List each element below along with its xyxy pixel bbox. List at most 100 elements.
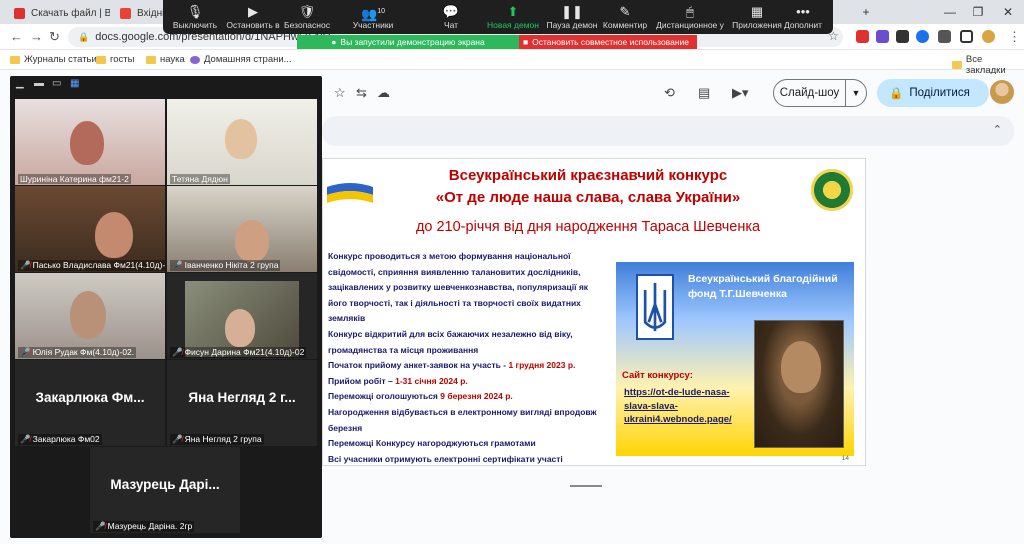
lock-icon: 🔒 bbox=[889, 88, 904, 100]
paragraph: Прийом робіт – 1-31 січня 2024 р. bbox=[328, 374, 603, 390]
participant-tile[interactable]: 🎤̸ Фисун Дарина Фм21(4.10д)-02 bbox=[167, 273, 317, 359]
shield-icon: ● bbox=[331, 37, 337, 47]
participant-tile[interactable]: Яна Негляд 2 г... 🎤̸ Яна Негляд 2 група bbox=[167, 360, 317, 446]
text: Прийом робіт – bbox=[328, 375, 396, 386]
minimize-button[interactable]: — bbox=[936, 0, 964, 24]
extension-icon[interactable] bbox=[896, 30, 909, 43]
speaker-view-icon[interactable]: ▬ bbox=[34, 78, 44, 89]
participant-tile-active[interactable]: Тетяна Дядюн bbox=[167, 99, 317, 185]
participant-tile[interactable]: Шуриніна Катерина фм21-2 bbox=[15, 99, 165, 185]
profile-avatar[interactable] bbox=[982, 30, 995, 43]
slide-body: Конкурс проводиться з метою формування н… bbox=[328, 249, 603, 467]
tab-download[interactable]: Скачать файл | В ✕ bbox=[6, 3, 110, 24]
participant-tile[interactable]: Мазурець Дарі... 🎤̸ Мазурець Даріна. 2гр bbox=[90, 447, 240, 533]
share-banner: ● Вы запустили демонстрацию экрана ■ Остан… bbox=[297, 35, 697, 49]
remote-control-button[interactable]: 🖱 Дистанционное у bbox=[655, 3, 725, 30]
forward-icon[interactable]: → bbox=[30, 29, 43, 44]
button-label: Остановить в bbox=[226, 20, 280, 30]
meet-icon[interactable]: ▶▾ bbox=[732, 85, 749, 101]
participant-tile[interactable]: Закарлюка Фм... 🎤̸ Закарлюка Фм02 bbox=[15, 360, 165, 446]
history-icon[interactable]: ⟲ bbox=[664, 85, 675, 101]
participant-name-row: 🎤̸ Мазурець Даріна. 2гр bbox=[93, 521, 195, 532]
adblock-icon[interactable] bbox=[856, 30, 869, 43]
reload-icon[interactable]: ↻ bbox=[49, 29, 60, 45]
participant-tile[interactable]: 🎤̸ Юлія Рудак Фм(4.10д)-02. bbox=[15, 273, 165, 359]
tab-inbox[interactable]: Вхідні ( bbox=[112, 3, 166, 24]
participant-name-row: 🎤̸ Іванченко Нікіта 2 група bbox=[170, 260, 281, 271]
bookmark-item[interactable]: Домашняя страни... bbox=[190, 54, 292, 65]
minimize-icon[interactable]: ▁ bbox=[16, 78, 24, 89]
menu-icon[interactable]: ⋮ bbox=[1008, 29, 1021, 45]
move-icon[interactable]: ⇆ bbox=[356, 85, 367, 101]
participant-name-row: 🎤̸ Пасько Владислава Фм21(4.10д)-... bbox=[18, 260, 165, 271]
new-share-button[interactable]: ⬆ Новая демон bbox=[481, 3, 545, 30]
strip-view-icon[interactable]: ▭ bbox=[52, 78, 61, 89]
slide-canvas[interactable]: Всеукраїнський краєзнавчий конкурс «От д… bbox=[322, 158, 866, 466]
annotate-button[interactable]: ✎ Комментир bbox=[593, 3, 657, 30]
participant-tile[interactable]: 🎤̸ Пасько Владислава Фм21(4.10д)-... bbox=[15, 186, 165, 272]
more-icon: ••• bbox=[796, 4, 810, 19]
comments-icon[interactable]: ▤ bbox=[698, 85, 710, 101]
participant-name: Шуриніна Катерина фм21-2 bbox=[18, 174, 131, 184]
scrollbar[interactable] bbox=[1014, 118, 1022, 538]
face-shape bbox=[95, 212, 133, 258]
slideshow-button[interactable]: Слайд-шоу ▼ bbox=[773, 79, 867, 107]
participant-name: Тетяна Дядюн bbox=[170, 174, 230, 184]
participants-button[interactable]: 👥10 Участники bbox=[341, 3, 405, 30]
folder-icon bbox=[146, 55, 156, 64]
folder-icon bbox=[10, 55, 20, 64]
security-button[interactable]: 🛡 Безопаснос bbox=[275, 3, 339, 30]
paragraph: Початок прийому анкет-заявок на участь -… bbox=[328, 358, 603, 374]
share-button[interactable]: 🔒 Поділитися bbox=[877, 79, 989, 107]
participant-name-row: 🎤̸ Юлія Рудак Фм(4.10д)-02. bbox=[18, 347, 137, 358]
participant-name-row: 🎤̸ Фисун Дарина Фм21(4.10д)-02 bbox=[170, 347, 307, 358]
back-icon[interactable]: ← bbox=[10, 29, 23, 44]
stop-share-label: Остановить совместное использование bbox=[532, 37, 689, 47]
stop-share-button[interactable]: ■ Остановить совместное использование bbox=[519, 35, 697, 49]
mute-button[interactable]: 🎙 Выключить bbox=[163, 3, 227, 30]
folder-icon bbox=[952, 61, 962, 69]
paragraph: Конкурс відкритий для всіх бажаючих неза… bbox=[328, 328, 573, 355]
gallery-header: ▁ ▬ ▭ ▦ bbox=[10, 76, 322, 94]
tab-label: Скачать файл | В bbox=[31, 8, 110, 19]
paragraph: Переможці Конкурсу нагороджуються грамот… bbox=[328, 438, 536, 449]
face-shape bbox=[225, 119, 257, 159]
puzzle-icon[interactable] bbox=[938, 30, 951, 43]
slideshow-label: Слайд-шоу bbox=[774, 80, 846, 106]
participant-name-row: 🎤̸ Яна Негляд 2 група bbox=[170, 434, 264, 445]
button-label: Дистанционное у bbox=[656, 20, 724, 30]
extension-icon[interactable] bbox=[876, 30, 889, 43]
new-tab-button[interactable]: + bbox=[852, 0, 880, 24]
extension-icon[interactable] bbox=[916, 30, 929, 43]
fund-name: Всеукраїнський благодійний фонд Т.Г.Шевч… bbox=[688, 273, 838, 300]
site-label: Сайт конкурсу: bbox=[622, 370, 693, 381]
resize-handle[interactable] bbox=[570, 485, 602, 487]
site-info-icon[interactable]: 🔒 bbox=[78, 32, 89, 43]
participant-tile[interactable]: 🎤̸ Іванченко Нікіта 2 група bbox=[167, 186, 317, 272]
globe-icon bbox=[190, 55, 200, 64]
date: 1-31 січня 2024 р. bbox=[395, 375, 468, 386]
chevron-up-icon[interactable]: ⌃ bbox=[993, 123, 1002, 136]
bookmark-label: наука bbox=[160, 54, 185, 65]
star-icon[interactable]: ☆ bbox=[334, 85, 346, 101]
text: Початок прийому анкет-заявок на участь - bbox=[328, 360, 509, 371]
more-button[interactable]: ••• Дополнит bbox=[775, 3, 831, 30]
participant-name: Закарлюка Фм02 bbox=[32, 434, 100, 444]
bookmark-item[interactable]: Все закладки bbox=[952, 54, 1024, 76]
shield-icon: 🛡 bbox=[298, 4, 316, 19]
bookmark-item[interactable]: госты bbox=[96, 54, 134, 65]
participant-name: Юлія Рудак Фм(4.10д)-02. bbox=[32, 347, 135, 357]
chevron-down-icon[interactable]: ▼ bbox=[846, 88, 866, 98]
slides-menu-bar: ⌃ bbox=[322, 116, 1014, 146]
sidepanel-icon[interactable] bbox=[960, 30, 973, 43]
bookmark-item[interactable]: наука bbox=[146, 54, 185, 65]
avatar[interactable] bbox=[990, 80, 1014, 104]
site-link[interactable]: https://ot-de-lude-nasa-slava-slava-ukra… bbox=[624, 386, 750, 427]
button-label: Безопаснос bbox=[284, 20, 330, 30]
close-window-button[interactable]: ✕ bbox=[994, 0, 1022, 24]
chat-button[interactable]: 💬 Чат bbox=[419, 3, 483, 30]
restore-button[interactable]: ❐ bbox=[964, 0, 992, 24]
gallery-view-icon[interactable]: ▦ bbox=[70, 78, 79, 89]
face-shape bbox=[70, 291, 106, 339]
bookmark-item[interactable]: Журналы статьи bbox=[10, 54, 97, 65]
